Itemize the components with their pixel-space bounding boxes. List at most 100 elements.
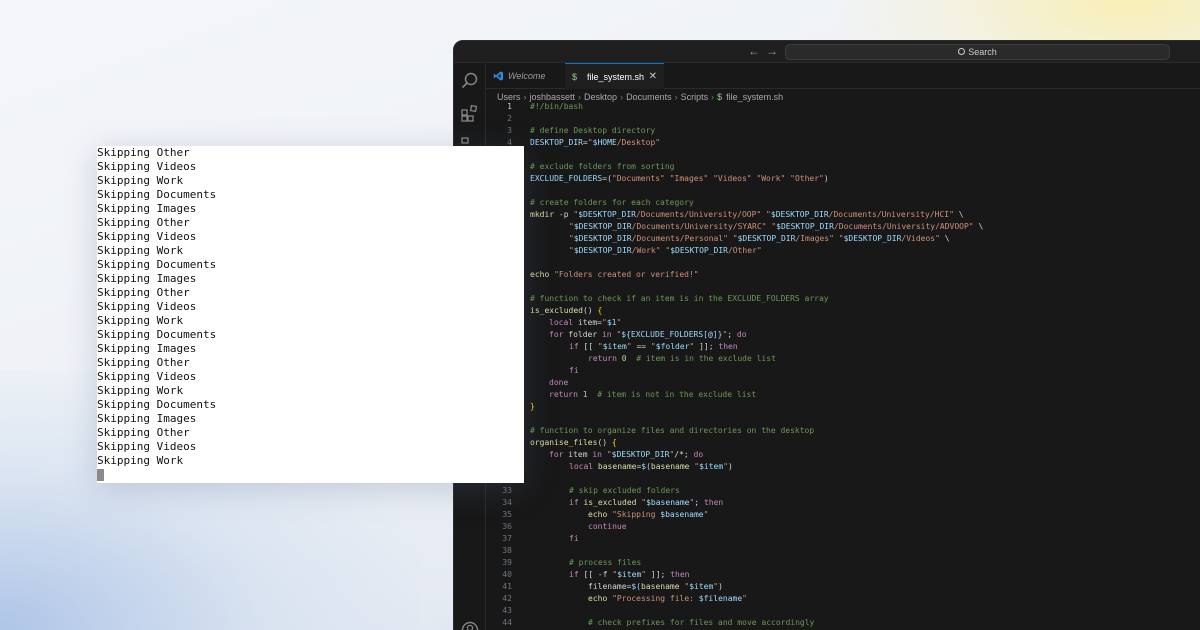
terminal-line: Skipping Videos (97, 370, 197, 383)
code-line: local basename=$(basename "$item") (569, 462, 733, 471)
extensions-icon[interactable] (460, 104, 480, 124)
code-line: # define Desktop directory (530, 126, 656, 135)
line-number: 44 (502, 618, 512, 627)
code-line: # check prefixes for files and move acco… (588, 618, 815, 627)
terminal-line: Skipping Images (97, 412, 197, 425)
code-line: if [[ "$item" == "$folder" ]]; then (569, 342, 738, 351)
code-line: # process files (569, 558, 642, 567)
code-line: if is_excluded "$basename"; then (569, 498, 724, 507)
shell-dollar-icon: $ (572, 72, 578, 82)
terminal-line: Skipping Videos (97, 230, 197, 243)
search-icon[interactable] (460, 71, 480, 91)
code-line: DESKTOP_DIR="$HOME/Desktop" (530, 138, 661, 147)
line-number: 40 (502, 570, 512, 579)
code-line: echo "Folders created or verified!" (530, 270, 699, 279)
line-number: 42 (502, 594, 512, 603)
code-line: "$DESKTOP_DIR/Documents/University/SYARC… (569, 222, 984, 231)
code-line: if [[ -f "$item" ]]; then (569, 570, 690, 579)
terminal-line: Skipping Documents (97, 398, 217, 411)
line-number: 3 (507, 126, 512, 135)
code-line: # function to organize files and directo… (530, 426, 815, 435)
terminal-output-window[interactable]: Skipping Other Skipping Videos Skipping Wo… (97, 146, 524, 483)
code-line: for item in "$DESKTOP_DIR"/*; do (549, 450, 704, 459)
code-line: "$DESKTOP_DIR/Documents/Personal" "$DESK… (569, 234, 950, 243)
terminal-cursor (97, 469, 104, 481)
terminal-line: Skipping Documents (97, 328, 217, 341)
account-icon[interactable] (460, 620, 480, 630)
code-line: fi (569, 366, 579, 375)
forward-arrow-icon[interactable]: → (766, 44, 778, 58)
search-placeholder: Search (968, 47, 997, 57)
editor-tabs: Welcome $ file_system.sh ✕ (486, 63, 1200, 89)
code-line: # skip excluded folders (569, 486, 680, 495)
line-number: 1 (507, 102, 512, 111)
terminal-line: Skipping Images (97, 272, 197, 285)
terminal-line: Skipping Work (97, 174, 184, 187)
code-line: local item="$1" (549, 318, 622, 327)
tab-label: Welcome (508, 71, 546, 81)
code-line: } (530, 402, 535, 411)
line-number: 41 (502, 582, 512, 591)
terminal-line: Skipping Other (97, 426, 190, 439)
terminal-line: Skipping Videos (97, 300, 197, 313)
terminal-line: Skipping Images (97, 342, 197, 355)
code-line: #!/bin/bash (530, 102, 583, 111)
terminal-line: Skipping Work (97, 314, 184, 327)
code-line: return 1 # item is not in the exclude li… (549, 390, 757, 399)
terminal-line: Skipping Other (97, 286, 190, 299)
terminal-line: Skipping Videos (97, 440, 197, 453)
tab-welcome[interactable]: Welcome (486, 63, 564, 89)
command-search-box[interactable]: Search (785, 44, 1170, 60)
title-bar: ← → Search (454, 41, 1200, 63)
back-arrow-icon[interactable]: ← (748, 44, 760, 58)
tab-label: file_system.sh (587, 72, 645, 82)
terminal-line: Skipping Other (97, 146, 190, 159)
terminal-line: Skipping Work (97, 384, 184, 397)
line-number: 2 (507, 114, 512, 123)
tab-file-system-sh[interactable]: $ file_system.sh ✕ (565, 63, 664, 89)
terminal-line: Skipping Images (97, 202, 197, 215)
code-line: organise_files() { (530, 438, 617, 447)
line-number: 37 (502, 534, 512, 543)
code-line: return 0 # item is in the exclude list (588, 354, 776, 363)
code-line: EXCLUDE_FOLDERS=("Documents" "Images" "V… (530, 174, 829, 183)
code-line: done (549, 378, 569, 387)
terminal-line: Skipping Other (97, 216, 190, 229)
code-line: for folder in "${EXCLUDE_FOLDERS[@]}"; d… (549, 330, 747, 339)
terminal-line: Skipping Videos (97, 160, 197, 173)
terminal-lines: Skipping Other Skipping Videos Skipping Wo… (97, 146, 524, 468)
code-line: continue (588, 522, 627, 531)
code-line: echo "Skipping $basename" (588, 510, 709, 519)
code-text-area[interactable]: #!/bin/bash # define Desktop directory DES… (530, 101, 1200, 630)
code-line: # function to check if an item is in the… (530, 294, 829, 303)
line-number: 39 (502, 558, 512, 567)
code-line: fi (569, 534, 579, 543)
code-line: filename=$(basename "$item") (588, 582, 723, 591)
code-line: # create folders for each category (530, 198, 694, 207)
code-line: # exclude folders from sorting (530, 162, 675, 171)
line-number: 36 (502, 522, 512, 531)
search-icon (958, 48, 966, 55)
line-number: 38 (502, 546, 512, 555)
code-editor-window: ← → Search Welcome $ file_system.sh ✕ Us… (453, 40, 1200, 630)
terminal-line: Skipping Documents (97, 258, 217, 271)
terminal-line: Skipping Work (97, 454, 184, 467)
vscode-icon (493, 71, 504, 81)
line-number: 35 (502, 510, 512, 519)
line-number: 33 (502, 486, 512, 495)
terminal-line: Skipping Other (97, 356, 190, 369)
line-number: 34 (502, 498, 512, 507)
line-number: 43 (502, 606, 512, 615)
close-icon[interactable]: ✕ (649, 64, 657, 90)
code-line: is_excluded() { (530, 306, 603, 315)
code-line: "$DESKTOP_DIR/Work" "$DESKTOP_DIR/Other" (569, 246, 762, 255)
